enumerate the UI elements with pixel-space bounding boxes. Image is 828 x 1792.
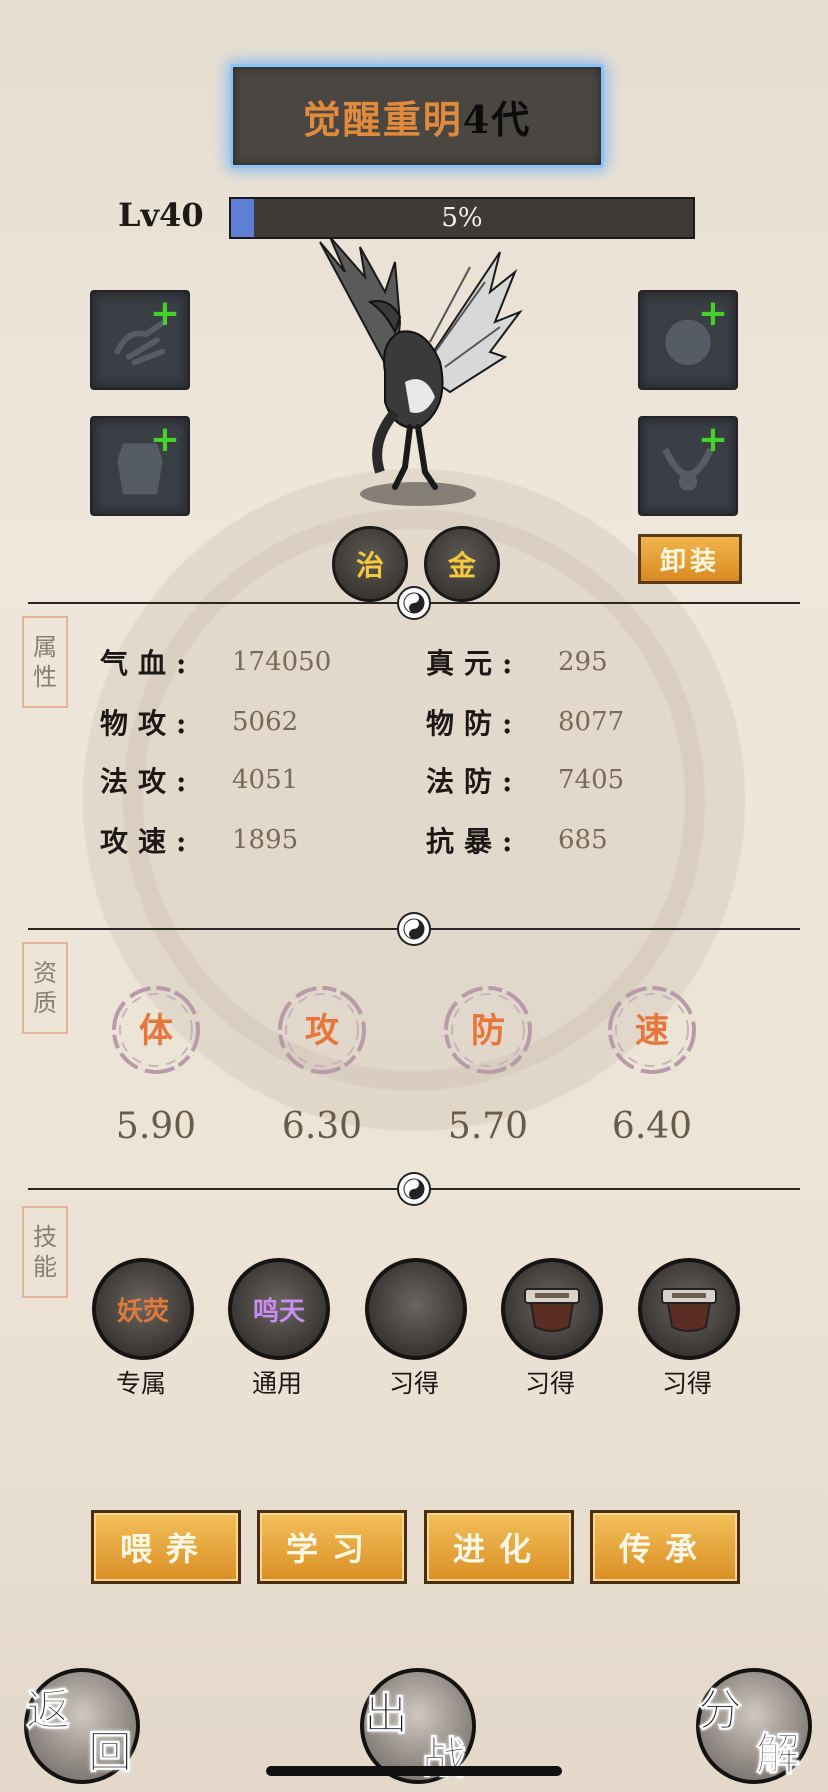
quality-label: 体 — [139, 1011, 173, 1051]
skill-type-label: 习得 — [524, 1369, 575, 1398]
element-badge-metal[interactable]: 金 — [424, 526, 500, 602]
battle-label-char2: 战 — [422, 1733, 467, 1785]
stat-key: 抗暴: — [426, 825, 523, 858]
stat-key: 攻速: — [100, 825, 197, 858]
quality-circle: 速 — [606, 984, 698, 1080]
skill-type-label: 通用 — [251, 1369, 302, 1398]
skill-slot[interactable] — [638, 1258, 740, 1360]
skill-type-label: 习得 — [661, 1369, 712, 1398]
stat-value: 4051 — [232, 765, 299, 795]
level-label: Lv40 — [118, 196, 204, 234]
stat-magic-def: 法防: 7405 — [426, 760, 624, 800]
yin-yang-icon — [397, 586, 431, 620]
evolve-button[interactable]: 进化 — [424, 1510, 574, 1584]
brush-ring-icon: 速 — [608, 986, 696, 1074]
stat-phys-atk: 物攻: 5062 — [100, 702, 298, 742]
pet-name: 觉醒重明 — [302, 96, 463, 142]
stat-value: 1895 — [232, 825, 299, 855]
brush-ring-icon: 防 — [444, 986, 532, 1074]
stat-key: 气血: — [100, 647, 197, 680]
back-label-char2: 回 — [88, 1727, 133, 1779]
equip-slot-claw[interactable]: + — [90, 290, 190, 390]
yin-yang-icon — [397, 912, 431, 946]
stat-hp: 气血: 174050 — [100, 642, 331, 682]
stat-value: 685 — [558, 825, 608, 855]
stat-key: 真元: — [426, 647, 523, 680]
quality-value: 5.70 — [447, 1106, 529, 1147]
stat-value: 174050 — [232, 647, 332, 677]
quality-value: 6.30 — [281, 1106, 363, 1147]
quality-label: 速 — [635, 1011, 669, 1051]
pet-creature-image — [319, 236, 523, 506]
scroll-icon — [524, 1288, 580, 1332]
stat-value: 8077 — [558, 707, 625, 737]
stat-mana: 真元: 295 — [426, 642, 608, 682]
section-label-skills: 技能 — [22, 1206, 68, 1298]
section-label-attributes: 属性 — [22, 616, 68, 708]
quality-circle: 体 — [110, 984, 202, 1080]
stat-phys-def: 物防: 8077 — [426, 702, 624, 742]
quality-label: 攻 — [305, 1011, 340, 1051]
pet-generation: 4代 — [462, 96, 532, 142]
learn-button[interactable]: 学习 — [257, 1510, 407, 1584]
add-plus-icon: + — [149, 293, 180, 334]
decompose-label-char1: 分 — [698, 1685, 743, 1737]
stat-value: 7405 — [558, 765, 625, 795]
add-plus-icon: + — [697, 419, 728, 460]
brush-ring-icon: 体 — [112, 986, 200, 1074]
stat-atk-speed: 攻速: 1895 — [100, 820, 298, 860]
decompose-label-char2: 解 — [756, 1729, 801, 1781]
add-plus-icon: + — [697, 293, 728, 334]
skill-slot[interactable]: 鸣天 — [228, 1258, 330, 1360]
stat-magic-atk: 法攻: 4051 — [100, 760, 298, 800]
section-label-aptitude: 资质 — [22, 942, 68, 1034]
skill-type-label: 习得 — [388, 1369, 439, 1398]
back-label-char1: 返 — [26, 1685, 71, 1737]
skill-slot[interactable]: 妖荧 — [92, 1258, 194, 1360]
brush-ring-icon: 攻 — [278, 986, 366, 1074]
yin-yang-icon — [397, 1172, 431, 1206]
quality-label: 防 — [471, 1011, 505, 1051]
skill-slot[interactable] — [365, 1258, 467, 1360]
stat-crit-resist: 抗暴: 685 — [426, 820, 608, 860]
stat-key: 物防: — [426, 707, 523, 740]
stat-value: 295 — [558, 647, 608, 677]
pet-title-banner: 觉醒重明 4代 — [230, 64, 604, 168]
add-plus-icon: + — [149, 419, 180, 460]
equip-slot-armor[interactable]: + — [90, 416, 190, 516]
quality-circle: 防 — [442, 984, 534, 1080]
unequip-button[interactable]: 卸装 — [638, 534, 742, 584]
skill-slot[interactable] — [501, 1258, 603, 1360]
quality-circle: 攻 — [276, 984, 368, 1080]
skill-name: 鸣天 — [252, 1296, 305, 1327]
skill-type-label: 专属 — [115, 1369, 166, 1398]
skill-name: 妖荧 — [116, 1296, 169, 1327]
inherit-button[interactable]: 传承 — [590, 1510, 740, 1584]
feed-button[interactable]: 喂养 — [91, 1510, 241, 1584]
stat-key: 法防: — [426, 765, 523, 798]
battle-label-char1: 出 — [364, 1689, 409, 1741]
equip-slot-amulet[interactable]: + — [638, 290, 738, 390]
quality-value: 5.90 — [115, 1106, 197, 1147]
home-indicator[interactable] — [266, 1766, 562, 1776]
stat-value: 5062 — [232, 707, 299, 737]
quality-value: 6.40 — [611, 1106, 693, 1147]
stat-key: 法攻: — [100, 765, 197, 798]
scroll-icon — [661, 1288, 717, 1332]
stat-key: 物攻: — [100, 707, 197, 740]
equip-slot-necklace[interactable]: + — [638, 416, 738, 516]
